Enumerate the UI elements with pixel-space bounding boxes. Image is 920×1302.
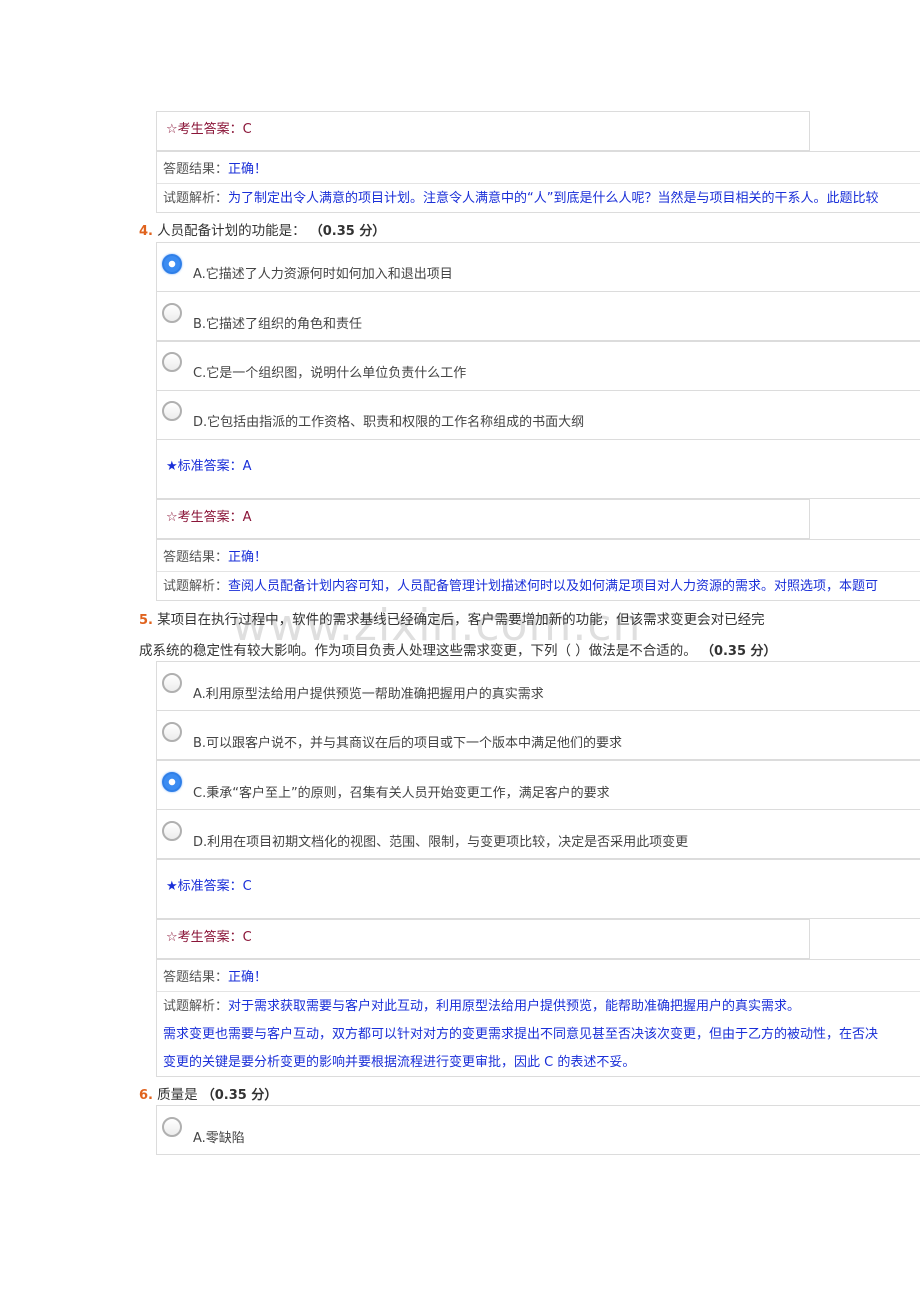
- analysis-q4: 试题解析：查阅人员配备计划内容可知，人员配备管理计划描述何时以及如何满足项目对人…: [163, 577, 878, 597]
- analysis-text: 对于需求获取需要与客户对此互动，利用原型法给用户提供预览，能帮助准确把握用户的真…: [228, 999, 801, 1014]
- radio-icon[interactable]: [162, 352, 182, 372]
- option-label[interactable]: D.利用在项目初期文档化的视图、范围、限制，与变更项比较，决定是否采用此项变更: [193, 831, 688, 850]
- analysis-q3: 试题解析：为了制定出令人满意的项目计划。注意令人满意中的“人”到底是什么人呢？当…: [163, 189, 879, 209]
- radio-icon[interactable]: [162, 722, 182, 742]
- student-answer-box-q5: [156, 919, 810, 959]
- option-label[interactable]: B.可以跟客户说不，并与其商议在后的项目或下一个版本中满足他们的要求: [193, 732, 622, 751]
- option-box-q6-a[interactable]: [156, 1105, 920, 1155]
- result-label: 答题结果：: [163, 162, 229, 177]
- student-answer-box-q3: [156, 111, 810, 151]
- analysis-text: 需求变更也需要与客户互动，双方都可以针对对方的变更需求提出不同意见甚至否决该次变…: [163, 1027, 879, 1042]
- question-text: 人员配备计划的功能是：: [157, 223, 306, 239]
- question-score: （0.35 分）: [309, 224, 386, 239]
- radio-icon[interactable]: [162, 1117, 182, 1137]
- result-value: 正确！: [228, 970, 268, 985]
- student-answer-q3: ☆考生答案：C: [166, 122, 252, 137]
- analysis-label: 试题解析：: [163, 579, 229, 594]
- divider: [157, 991, 920, 992]
- option-label[interactable]: C.秉承“客户至上”的原则，召集有关人员开始变更工作，满足客户的要求: [193, 782, 610, 801]
- question-5-line-1: 5. 某项目在执行过程中，软件的需求基线已经确定后，客户需要增加新的功能，但该需…: [139, 610, 765, 631]
- question-text: 成系统的稳定性有较大影响。作为项目负责人处理这些需求变更，下列（ ）做法是不合适…: [139, 643, 697, 659]
- standard-answer-q4: ★标准答案：A: [166, 459, 252, 474]
- question-score: （0.35 分）: [700, 644, 777, 659]
- result-value: 正确！: [228, 550, 268, 565]
- result-q4: 答题结果：正确！: [163, 548, 267, 568]
- result-label: 答题结果：: [163, 970, 229, 985]
- radio-selected-icon[interactable]: [162, 254, 182, 274]
- option-label[interactable]: C.它是一个组织图，说明什么单位负责什么工作: [193, 362, 466, 381]
- radio-icon[interactable]: [162, 821, 182, 841]
- result-q5: 答题结果：正确！: [163, 968, 267, 988]
- question-text: 某项目在执行过程中，软件的需求基线已经确定后，客户需要增加新的功能，但该需求变更…: [157, 612, 765, 628]
- result-label: 答题结果：: [163, 550, 229, 565]
- standard-answer-box-q4: [156, 439, 920, 499]
- result-value: 正确！: [228, 162, 268, 177]
- standard-answer-q5: ★标准答案：C: [166, 879, 252, 894]
- question-4: 4. 人员配备计划的功能是： （0.35 分）: [139, 221, 385, 242]
- option-label[interactable]: A.它描述了人力资源何时如何加入和退出项目: [193, 263, 453, 282]
- divider: [157, 571, 920, 572]
- radio-icon[interactable]: [162, 401, 182, 421]
- analysis-text: 查阅人员配备计划内容可知，人员配备管理计划描述何时以及如何满足项目对人力资源的需…: [228, 579, 879, 594]
- standard-answer-box-q5: [156, 859, 920, 919]
- option-label[interactable]: B.它描述了组织的角色和责任: [193, 313, 362, 332]
- question-number: 6.: [139, 1088, 153, 1103]
- student-answer-q4: ☆考生答案：A: [166, 510, 252, 525]
- option-label[interactable]: A.利用原型法给用户提供预览一帮助准确把握用户的真实需求: [193, 683, 544, 702]
- analysis-text: 变更的关键是要分析变更的影响并要根据流程进行变更审批，因此 C 的表述不妥。: [163, 1055, 636, 1070]
- radio-icon[interactable]: [162, 303, 182, 323]
- radio-icon[interactable]: [162, 673, 182, 693]
- radio-selected-icon[interactable]: [162, 772, 182, 792]
- question-6: 6. 质量是 （0.35 分）: [139, 1085, 277, 1106]
- result-q3: 答题结果：正确！: [163, 160, 267, 180]
- question-text: 质量是: [157, 1087, 198, 1103]
- analysis-q5: 试题解析：对于需求获取需要与客户对此互动，利用原型法给用户提供预览，能帮助准确把…: [163, 997, 800, 1017]
- analysis-label: 试题解析：: [163, 999, 229, 1014]
- option-label[interactable]: A.零缺陷: [193, 1127, 245, 1146]
- question-5-line-2: 成系统的稳定性有较大影响。作为项目负责人处理这些需求变更，下列（ ）做法是不合适…: [139, 641, 777, 662]
- divider: [157, 183, 920, 184]
- student-answer-q5: ☆考生答案：C: [166, 930, 252, 945]
- question-score: （0.35 分）: [201, 1088, 278, 1103]
- question-number: 4.: [139, 224, 153, 239]
- option-label[interactable]: D.它包括由指派的工作资格、职责和权限的工作名称组成的书面大纲: [193, 411, 584, 430]
- analysis-label: 试题解析：: [163, 191, 229, 206]
- question-number: 5.: [139, 613, 153, 628]
- student-answer-box-q4: [156, 499, 810, 539]
- analysis-text: 为了制定出令人满意的项目计划。注意令人满意中的“人”到底是什么人呢？当然是与项目…: [228, 191, 879, 206]
